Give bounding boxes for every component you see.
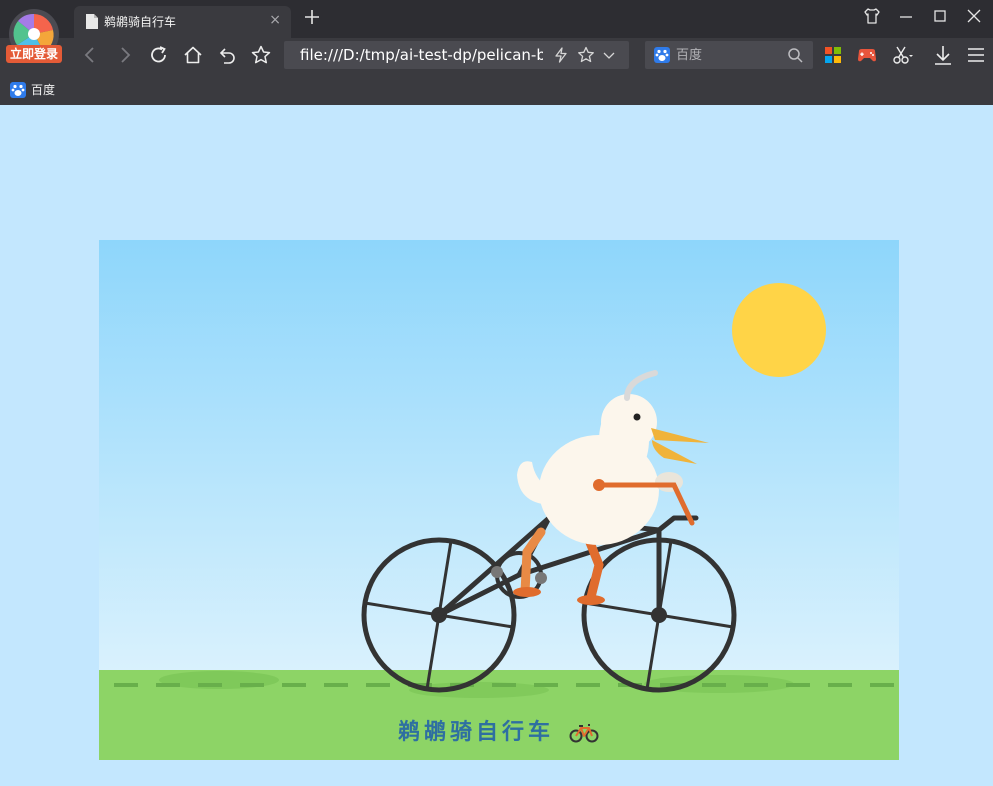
pelican-scene: 鹈鹕骑自行车 [99,240,899,760]
baidu-paw-icon [10,82,26,98]
undo-close-icon[interactable] [217,45,237,65]
bookmark-star-icon[interactable] [577,46,595,64]
tab-title: 鹈鹕骑自行车 [104,15,177,29]
scissors-icon[interactable] [892,44,914,66]
browser-chrome: 立即登录 鹈鹕骑自行车 × file:///D:/tmp/ai-test-dp/… [0,0,993,105]
lightning-icon[interactable] [552,46,570,64]
login-button[interactable]: 立即登录 [6,45,62,63]
back-icon[interactable] [80,45,100,65]
scene-caption: 鹈鹕骑自行车 [398,719,555,745]
baidu-paw-icon[interactable] [654,47,670,63]
download-icon[interactable] [932,44,954,66]
pelican-wing [655,472,683,492]
pelican-foot [577,595,605,605]
skin-icon[interactable] [863,7,881,25]
sun [732,283,826,377]
apps-grid-icon[interactable] [822,44,844,66]
pelican-eye [633,413,641,421]
maximize-icon[interactable] [931,7,949,25]
close-icon[interactable] [965,7,983,25]
bicycle-icon [569,724,599,743]
menu-icon[interactable] [965,44,987,66]
favorite-star-icon[interactable] [251,45,271,65]
tab-active[interactable]: 鹈鹕骑自行车 × [74,6,291,38]
pelican-foot [513,587,541,597]
scene-illustration [99,240,899,760]
reload-icon[interactable] [149,45,169,65]
tab-close-icon[interactable]: × [269,12,281,28]
search-bar[interactable] [645,41,813,69]
minimize-icon[interactable] [897,7,915,25]
address-url[interactable]: file:///D:/tmp/ai-test-dp/pelican-bicycl… [300,46,543,64]
search-icon[interactable] [787,47,803,63]
pelican-head [601,394,657,450]
bookmark-label: 百度 [31,83,56,97]
search-input[interactable] [676,46,786,64]
document-icon [86,14,98,29]
address-bar[interactable]: file:///D:/tmp/ai-test-dp/pelican-bicycl… [284,41,629,69]
home-icon[interactable] [183,45,203,65]
chevron-down-icon[interactable] [600,46,618,64]
forward-icon[interactable] [115,45,135,65]
gamepad-icon[interactable] [856,44,878,66]
bookmarks-bar: 百度 [0,76,993,105]
new-tab-icon[interactable] [303,8,321,26]
